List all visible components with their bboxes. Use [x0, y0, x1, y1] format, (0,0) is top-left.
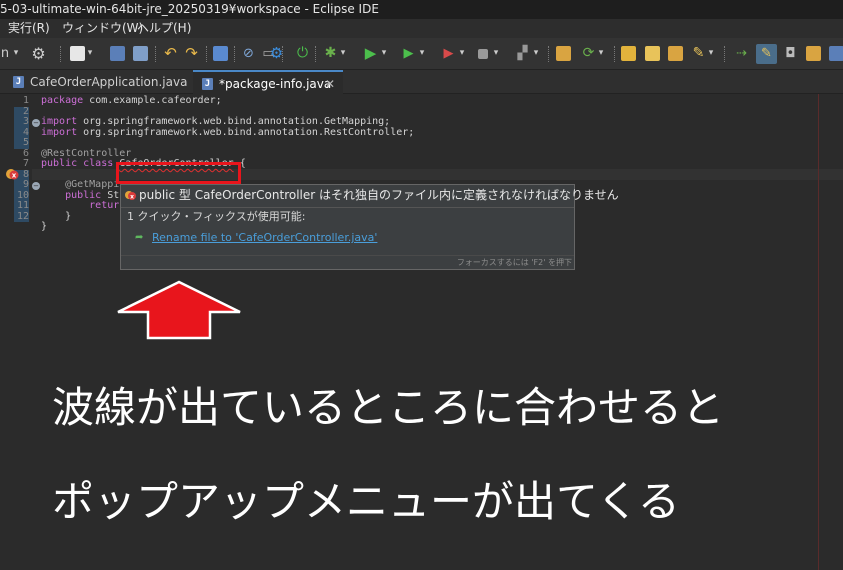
- popup-header: x public 型 CafeOrderController はそれ独自のファイ…: [121, 185, 619, 206]
- tab-package-info[interactable]: J *package-info.java ✕: [193, 70, 343, 94]
- tab-cafe-order-application[interactable]: J CafeOrderApplication.java: [4, 70, 190, 94]
- gear-icon[interactable]: ⚙: [30, 45, 47, 62]
- tab-label: CafeOrderApplication.java: [30, 75, 188, 89]
- code-line-4: import org.springframework.web.bind.anno…: [41, 126, 415, 138]
- divider: [121, 207, 574, 208]
- svg-text:x: x: [12, 172, 17, 180]
- chevron-down-icon[interactable]: ▾: [86, 45, 94, 62]
- popup-message: public 型 CafeOrderController はそれ独自のファイル内…: [139, 188, 619, 202]
- toolbar-separator: [60, 46, 61, 62]
- quickfix-label: Rename file to 'CafeOrderController.java…: [152, 231, 378, 244]
- print-margin: [818, 94, 819, 570]
- run-last-icon[interactable]: ▶: [400, 45, 417, 62]
- toolbar-separator: [724, 46, 725, 62]
- perspective-label[interactable]: n: [0, 45, 10, 62]
- menu-bar: 実行(R) ウィンドウ(W) ヘルプ(H): [0, 19, 843, 38]
- open-type-icon[interactable]: [621, 46, 636, 61]
- chevron-down-icon[interactable]: ▾: [11, 45, 21, 62]
- toolbar-separator: [206, 46, 207, 62]
- code-line-12: }: [41, 221, 48, 232]
- code-line-1: package com.example.cafeorder;: [41, 95, 222, 106]
- java-file-icon: J: [13, 76, 24, 88]
- problem-hover-popup: x public 型 CafeOrderController はそれ独自のファイ…: [120, 184, 619, 270]
- menu-run[interactable]: 実行(R): [8, 19, 50, 38]
- chevron-down-icon[interactable]: ▾: [532, 45, 540, 62]
- error-icon: x: [125, 191, 136, 200]
- toolbar-separator: [234, 46, 235, 62]
- fold-toggle-icon[interactable]: −: [32, 119, 40, 127]
- chevron-down-icon[interactable]: ▾: [597, 45, 605, 62]
- toolbar: n ▾ ⚙ ▾ ↶ ↷ ⊘ ▭ ⚙ ⏻ ✱ ▾ ▶ ▾ ▶ ▾ ▶ ▾ ▾ ▞ …: [0, 38, 843, 70]
- line-number: 1: [22, 95, 29, 106]
- robot-icon[interactable]: ◘: [782, 45, 799, 62]
- chevron-down-icon[interactable]: ▾: [418, 45, 426, 62]
- open-task-icon[interactable]: [668, 46, 683, 61]
- svg-text:x: x: [130, 193, 134, 200]
- line-number: 11: [14, 200, 29, 212]
- toolbar-separator: [548, 46, 549, 62]
- new-file-icon[interactable]: [70, 46, 85, 61]
- save-icon[interactable]: [110, 46, 125, 61]
- perspective-icon[interactable]: [829, 46, 843, 61]
- debug-icon[interactable]: ✱: [322, 45, 339, 62]
- line-number: 12: [14, 211, 29, 222]
- new-package-icon[interactable]: [556, 46, 571, 61]
- line-number: 5: [14, 137, 29, 149]
- redo-icon[interactable]: ↷: [183, 45, 200, 62]
- tab-label: *package-info.java: [219, 77, 332, 91]
- java-file-icon: J: [202, 78, 213, 90]
- menu-help[interactable]: ヘルプ(H): [137, 19, 191, 38]
- arrow-up-icon: [117, 280, 241, 340]
- highlight-box: [116, 162, 241, 184]
- chevron-down-icon[interactable]: ▾: [492, 45, 500, 62]
- popup-focus-hint: フォーカスするには 'F2' を押下: [121, 255, 574, 269]
- code-line-10: return: [41, 200, 126, 211]
- window-title: 5-03-ultimate-win-64bit-jre_20250319¥wor…: [0, 0, 843, 19]
- toolbar-separator: [315, 46, 316, 62]
- menu-window[interactable]: ウィンドウ(W): [62, 19, 143, 38]
- undo-icon[interactable]: ↶: [162, 45, 179, 62]
- chevron-down-icon[interactable]: ▾: [380, 45, 388, 62]
- settings-blue-icon[interactable]: ⚙: [268, 45, 285, 62]
- pencil-icon[interactable]: ✎: [690, 45, 707, 62]
- editor-tabs: J CafeOrderApplication.java J *package-i…: [0, 70, 843, 94]
- error-marker-icon[interactable]: x: [6, 168, 19, 180]
- coverage-icon[interactable]: ▞: [514, 45, 531, 62]
- chevron-down-icon[interactable]: ▾: [707, 45, 715, 62]
- external-tools-icon[interactable]: ▶: [440, 45, 457, 62]
- open-folder-icon[interactable]: [645, 46, 660, 61]
- stop-icon[interactable]: [478, 49, 488, 59]
- save-all-icon[interactable]: [133, 46, 148, 61]
- quickfix-count: 1 クイック・フィックスが使用可能:: [127, 210, 306, 223]
- toolbar-separator: [155, 46, 156, 62]
- chevron-down-icon[interactable]: ▾: [339, 45, 347, 62]
- line-number: 9: [14, 179, 29, 191]
- line-number: 3: [14, 116, 29, 128]
- quickfix-icon: ➦: [135, 232, 144, 243]
- power-icon[interactable]: ⏻: [294, 45, 311, 62]
- marker-icon[interactable]: ✎: [758, 45, 775, 62]
- file-icon[interactable]: [806, 46, 821, 61]
- caption-line-2: ポップアップメニューが出てくる: [52, 477, 680, 526]
- next-annotation-icon[interactable]: ⇢: [733, 45, 750, 62]
- fold-toggle-icon[interactable]: −: [32, 182, 40, 190]
- chevron-down-icon[interactable]: ▾: [458, 45, 466, 62]
- run-icon[interactable]: ▶: [362, 45, 379, 62]
- toolbar-separator: [614, 46, 615, 62]
- rename-file-quickfix-link[interactable]: ➦ Rename file to 'CafeOrderController.ja…: [135, 230, 377, 246]
- console-icon[interactable]: [213, 46, 228, 61]
- skip-breakpoints-icon[interactable]: ⊘: [240, 45, 257, 62]
- close-icon[interactable]: ✕: [325, 72, 335, 96]
- new-class-icon[interactable]: ⟳: [580, 45, 597, 62]
- caption-line-1: 波線が出ているところに合わせると: [52, 383, 725, 432]
